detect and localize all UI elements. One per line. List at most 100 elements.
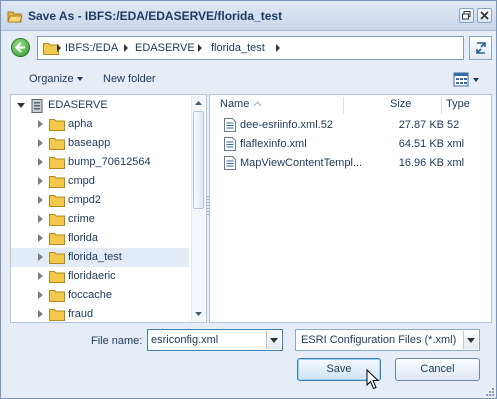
refresh-button[interactable]: [469, 36, 492, 60]
scroll-down-icon[interactable]: [192, 307, 205, 320]
file-row[interactable]: dee-esriinfo.xml.52 27.87 KB 52: [210, 117, 490, 134]
breadcrumb-separator-icon: [274, 43, 282, 53]
column-separator[interactable]: [441, 97, 442, 114]
tree-folder-label: fraud: [68, 308, 94, 320]
folder-icon: [49, 138, 65, 150]
navigation-tree[interactable]: EDASERVE apha baseapp bump_70612564 cmpd…: [10, 94, 207, 323]
address-bar[interactable]: IBFS:/EDA EDASERVE florida_test: [37, 36, 464, 60]
restore-button[interactable]: [459, 8, 474, 23]
tree-folder-label: baseapp: [68, 137, 111, 149]
close-button[interactable]: [477, 8, 492, 23]
scrollbar-thumb[interactable]: [193, 111, 204, 209]
cancel-button[interactable]: Cancel: [395, 358, 480, 381]
collapsed-arrow-icon[interactable]: [38, 120, 43, 128]
mouse-cursor-icon: [366, 369, 380, 390]
chevron-down-icon: [270, 338, 278, 343]
close-icon: [480, 11, 489, 20]
collapsed-arrow-icon[interactable]: [38, 139, 43, 147]
back-button[interactable]: [11, 38, 30, 57]
organize-dropdown-icon: [77, 77, 83, 81]
tree-root-label: EDASERVE: [48, 99, 108, 111]
file-name-input[interactable]: [151, 333, 263, 347]
organize-menu[interactable]: Organize: [29, 73, 74, 85]
file-size: 27.87 KB: [398, 119, 444, 131]
breadcrumb-item[interactable]: EDASERVE: [135, 42, 195, 54]
views-dropdown-icon[interactable]: [473, 78, 479, 82]
file-type-select[interactable]: ESRI Configuration Files (*.xml): [295, 329, 480, 351]
xml-file-icon: [224, 118, 236, 132]
file-row[interactable]: flaflexinfo.xml 64.51 KB xml: [210, 136, 490, 153]
tree-folder-item[interactable]: crime: [11, 210, 189, 229]
folder-icon: [49, 271, 65, 283]
file-name-dropdown-button[interactable]: [266, 331, 281, 349]
tree-folder-label: foccache: [68, 289, 113, 301]
tree-folder-item[interactable]: bump_70612564: [11, 153, 189, 172]
folder-icon: [49, 119, 65, 131]
tree-folder-label: bump_70612564: [68, 156, 151, 168]
folder-icon: [49, 290, 65, 302]
column-separator[interactable]: [343, 97, 344, 114]
file-list[interactable]: Name Size Type dee-esriinfo.xml.52 27.87…: [209, 94, 492, 323]
folder-icon: [49, 176, 65, 188]
tree-folder-label: cmpd2: [68, 194, 102, 206]
file-name: flaflexinfo.xml: [240, 138, 307, 150]
collapsed-arrow-icon[interactable]: [38, 177, 43, 185]
tree-folder-item[interactable]: cmpd: [11, 172, 189, 191]
resize-grip-icon[interactable]: [485, 387, 495, 397]
tree-folder-item[interactable]: floridaeric: [11, 267, 189, 286]
chevron-down-icon: [467, 338, 475, 343]
tree-folder-item[interactable]: apha: [11, 115, 189, 134]
tree-folder-label: florida: [68, 232, 98, 244]
tree-folder-label: cmpd: [68, 175, 95, 187]
tree-folder-item[interactable]: baseapp: [11, 134, 189, 153]
views-icon[interactable]: [452, 71, 472, 89]
file-name: dee-esriinfo.xml.52: [240, 119, 333, 131]
tree-folder-label: crime: [68, 213, 95, 225]
collapsed-arrow-icon[interactable]: [38, 272, 43, 280]
folder-icon: [49, 195, 65, 207]
collapsed-arrow-icon[interactable]: [38, 291, 43, 299]
tree-folder-item[interactable]: fraud: [11, 305, 189, 324]
file-type-value: ESRI Configuration Files (*.xml): [301, 334, 457, 346]
breadcrumb-separator-icon: [196, 43, 204, 53]
file-type-dropdown-button[interactable]: [463, 331, 478, 349]
file-name-label: File name:: [91, 335, 143, 347]
column-header-name[interactable]: Name: [220, 98, 249, 114]
refresh-icon: [476, 42, 486, 54]
folder-icon: [49, 157, 65, 169]
folder-open-icon: [7, 11, 23, 23]
collapsed-arrow-icon[interactable]: [38, 158, 43, 166]
breadcrumb-item[interactable]: florida_test: [211, 42, 265, 54]
back-arrow-icon: [15, 42, 25, 53]
folder-icon: [49, 214, 65, 226]
file-name-combo[interactable]: [147, 329, 283, 351]
folder-icon: [49, 233, 65, 245]
file-row[interactable]: MapViewContentTempl... 16.96 KB xml: [210, 155, 490, 172]
file-name: MapViewContentTempl...: [240, 157, 363, 169]
tree-folder-item-selected[interactable]: florida_test: [11, 248, 189, 267]
collapsed-arrow-icon[interactable]: [38, 196, 43, 204]
collapsed-arrow-icon[interactable]: [38, 234, 43, 242]
tree-folder-item[interactable]: florida: [11, 229, 189, 248]
title-bar[interactable]: Save As - IBFS:/EDA/EDASERVE/florida_tes…: [1, 1, 496, 31]
restore-icon: [462, 11, 471, 20]
collapsed-arrow-icon[interactable]: [38, 253, 43, 261]
tree-folder-label: florida_test: [68, 251, 122, 263]
tree-scrollbar[interactable]: [191, 96, 205, 321]
collapsed-arrow-icon[interactable]: [38, 215, 43, 223]
tree-folder-item[interactable]: cmpd2: [11, 191, 189, 210]
breadcrumb-separator-icon: [55, 43, 63, 53]
collapsed-arrow-icon[interactable]: [38, 310, 43, 318]
file-size: 16.96 KB: [398, 157, 444, 169]
tree-folder-item[interactable]: foccache: [11, 286, 189, 305]
new-folder-button[interactable]: New folder: [103, 73, 156, 85]
column-header-type[interactable]: Type: [446, 98, 470, 114]
column-header-size[interactable]: Size: [390, 98, 411, 114]
scroll-up-icon[interactable]: [192, 97, 205, 110]
xml-file-icon: [224, 137, 236, 151]
expanded-arrow-icon[interactable]: [17, 103, 25, 108]
tree-root[interactable]: EDASERVE: [11, 96, 189, 115]
xml-file-icon: [224, 156, 236, 170]
file-type: xml: [447, 138, 465, 150]
breadcrumb-item[interactable]: IBFS:/EDA: [65, 42, 118, 54]
